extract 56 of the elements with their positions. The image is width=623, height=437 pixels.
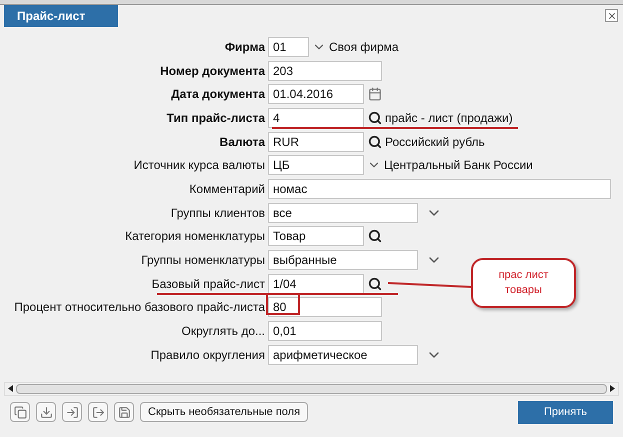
- field-label: Комментарий: [189, 180, 265, 198]
- field-label: Процент относительно базового прайс-листа: [14, 299, 265, 316]
- field-label: Валюта: [220, 134, 265, 151]
- scroll-left-icon[interactable]: [8, 385, 13, 392]
- field-label: Дата документа: [171, 86, 265, 104]
- arrow-out-of-box-icon: [92, 406, 104, 419]
- scroll-right-icon[interactable]: [610, 385, 615, 392]
- close-button[interactable]: [605, 9, 618, 22]
- input-field[interactable]: 01.04.2016: [268, 84, 364, 104]
- field-label: Группы номенклатуры: [141, 252, 265, 270]
- input-field[interactable]: RUR: [268, 132, 364, 152]
- input-field[interactable]: 80: [268, 297, 382, 318]
- field-label: Номер документа: [160, 62, 265, 80]
- hide-optional-fields-button[interactable]: Скрыть необязательные поля: [140, 402, 308, 422]
- input-field[interactable]: 1/04: [268, 274, 364, 294]
- calendar-icon[interactable]: [368, 87, 382, 102]
- accept-button[interactable]: Принять: [518, 400, 613, 424]
- field-label: Источник курса валюты: [134, 157, 265, 174]
- horizontal-scrollbar[interactable]: [4, 382, 619, 396]
- field-description: Российский рубль: [385, 134, 485, 151]
- copy-icon: [14, 406, 26, 419]
- toolbar-button[interactable]: [62, 402, 82, 422]
- arrow-into-box-icon: [66, 406, 78, 419]
- window-tab[interactable]: Прайс-лист: [4, 5, 118, 27]
- input-field[interactable]: 0,01: [268, 321, 382, 342]
- search-icon[interactable]: [368, 276, 382, 291]
- save-icon: [118, 406, 130, 419]
- download-icon: [40, 406, 52, 419]
- input-field[interactable]: арифметическое: [268, 344, 418, 365]
- field-label: Тип прайс-листа: [166, 110, 265, 127]
- search-icon[interactable]: [368, 134, 382, 149]
- toolbar-button[interactable]: [114, 402, 134, 422]
- input-field[interactable]: Товар: [268, 226, 364, 246]
- field-description: Центральный Банк России: [384, 157, 533, 174]
- toolbar-button[interactable]: [10, 402, 30, 422]
- field-description: Своя фирма: [329, 38, 399, 56]
- field-label: Правило округления: [150, 346, 265, 364]
- field-description: прайс - лист (продажи): [385, 110, 513, 127]
- field-label: Категория номенклатуры: [125, 228, 265, 246]
- input-field[interactable]: 01: [268, 36, 309, 57]
- input-field[interactable]: номас: [268, 178, 611, 199]
- field-label: Фирма: [224, 38, 265, 56]
- input-field[interactable]: все: [268, 202, 418, 223]
- field-label: Округлять до...: [182, 323, 265, 340]
- input-field[interactable]: ЦБ: [268, 155, 364, 176]
- input-field[interactable]: 4: [268, 108, 364, 128]
- field-label: Базовый прайс-лист: [152, 276, 265, 293]
- toolbar-button[interactable]: [88, 402, 108, 422]
- input-field[interactable]: выбранные: [268, 250, 418, 270]
- search-icon[interactable]: [368, 229, 382, 244]
- input-field[interactable]: 203: [268, 60, 382, 81]
- close-icon: [606, 10, 616, 20]
- field-label: Группы клиентов: [170, 204, 265, 222]
- callout-bubble: прас лист товары: [471, 258, 576, 308]
- toolbar-button[interactable]: [36, 402, 56, 422]
- search-icon[interactable]: [368, 110, 382, 125]
